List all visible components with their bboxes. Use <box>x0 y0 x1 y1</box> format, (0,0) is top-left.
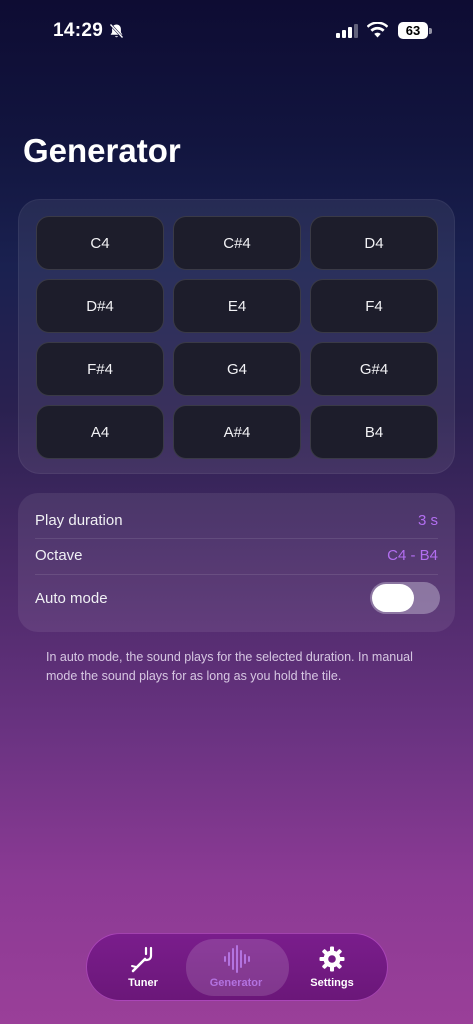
octave-label: Octave <box>35 546 83 564</box>
wifi-icon <box>367 22 388 38</box>
note-tile-f4[interactable]: F4 <box>310 279 438 333</box>
auto-mode-toggle[interactable] <box>370 582 440 614</box>
tab-settings[interactable]: Settings <box>282 934 382 1000</box>
auto-mode-help-text: In auto mode, the sound plays for the se… <box>46 650 413 683</box>
tab-generator-label: Generator <box>209 977 263 989</box>
bell-slash-icon <box>109 23 124 39</box>
play-duration-row[interactable]: Play duration 3 s <box>35 507 438 533</box>
octave-value[interactable]: C4 - B4 <box>387 547 438 564</box>
battery-indicator: 63 <box>398 22 428 39</box>
note-tile-f-sharp-4[interactable]: F#4 <box>36 342 164 396</box>
notes-grid: C4 C#4 D4 D#4 E4 F4 F#4 G4 G#4 A4 A#4 B4 <box>36 216 438 459</box>
note-tile-c4[interactable]: C4 <box>36 216 164 270</box>
note-tile-g-sharp-4[interactable]: G#4 <box>310 342 438 396</box>
note-tile-e4[interactable]: E4 <box>173 279 301 333</box>
status-time: 14:29 <box>53 20 104 41</box>
note-tile-c-sharp-4[interactable]: C#4 <box>173 216 301 270</box>
notes-grid-card: C4 C#4 D4 D#4 E4 F4 F#4 G4 G#4 A4 A#4 B4 <box>18 199 455 474</box>
waveform-icon <box>224 945 250 973</box>
note-tile-g4[interactable]: G4 <box>173 342 301 396</box>
play-duration-label: Play duration <box>35 511 123 529</box>
tuning-fork-icon <box>131 946 153 973</box>
divider <box>35 538 438 539</box>
tab-bar: Tuner Generator Settings <box>86 933 388 1001</box>
status-bar: 14:29 63 <box>0 0 473 60</box>
note-tile-b4[interactable]: B4 <box>310 405 438 459</box>
cellular-signal-icon <box>336 24 358 38</box>
octave-row[interactable]: Octave C4 - B4 <box>35 542 438 568</box>
tab-settings-label: Settings <box>310 977 354 989</box>
page-title: Generator <box>23 132 181 169</box>
note-tile-a4[interactable]: A4 <box>36 405 164 459</box>
note-tile-d-sharp-4[interactable]: D#4 <box>36 279 164 333</box>
gear-icon <box>319 946 345 972</box>
play-duration-value[interactable]: 3 s <box>418 512 438 529</box>
note-tile-d4[interactable]: D4 <box>310 216 438 270</box>
tab-tuner-label: Tuner <box>128 977 158 989</box>
auto-mode-row: Auto mode <box>35 582 440 614</box>
toggle-knob <box>372 584 414 612</box>
auto-mode-label: Auto mode <box>35 589 108 607</box>
tab-generator[interactable]: Generator <box>186 934 289 1000</box>
tab-tuner[interactable]: Tuner <box>93 934 193 1000</box>
settings-card: Play duration 3 s Octave C4 - B4 Auto mo… <box>18 493 455 632</box>
note-tile-a-sharp-4[interactable]: A#4 <box>173 405 301 459</box>
battery-tip <box>429 28 432 34</box>
divider <box>35 574 438 575</box>
